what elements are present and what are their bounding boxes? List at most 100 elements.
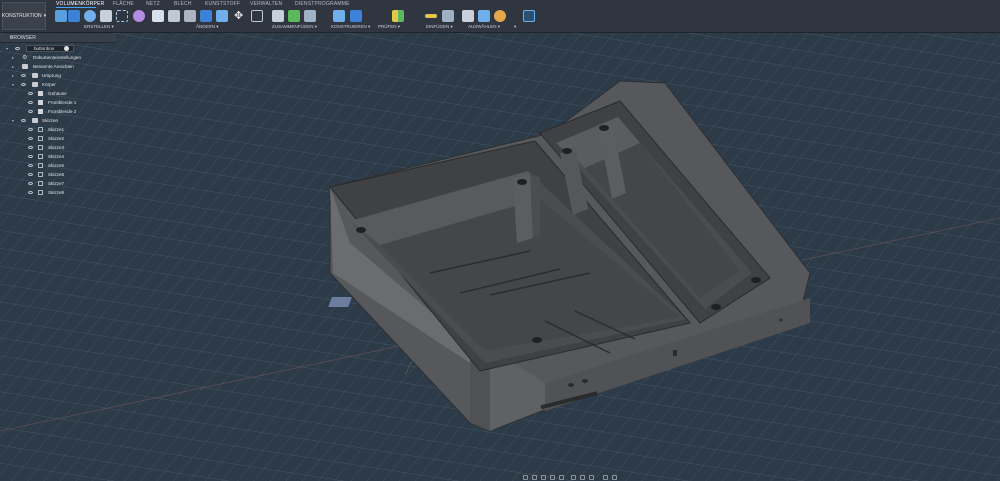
chamfer-icon[interactable] (184, 10, 196, 22)
hole-icon[interactable] (100, 10, 112, 22)
tree-row-document[interactable]: ▾ buttonbox (6, 45, 106, 53)
view-cube-icon[interactable] (603, 475, 608, 480)
extrude-icon[interactable] (68, 10, 80, 22)
environment-icon[interactable] (612, 475, 617, 480)
revolve-icon[interactable] (84, 10, 96, 22)
combine-icon[interactable] (216, 10, 228, 22)
contour-surface-icon[interactable] (350, 10, 362, 22)
joint-origin-icon[interactable] (304, 10, 316, 22)
select-icon[interactable] (523, 10, 535, 22)
tree-row-body[interactable]: Frontblende 1 (28, 99, 118, 107)
eye-icon[interactable] (28, 191, 33, 194)
tree-row-sketch[interactable]: Skizze2 (28, 135, 118, 143)
chevron-down-icon[interactable]: ▾ (12, 118, 14, 123)
viewports-icon[interactable] (589, 475, 594, 480)
tree-row-document-settings[interactable]: ▸ ⚙ Dokumenteinstellungen (12, 54, 112, 62)
tree-row-sketch[interactable]: Skizze1 (28, 126, 118, 134)
eye-icon[interactable] (21, 83, 26, 86)
look-at-icon[interactable] (532, 475, 537, 480)
group-erstellen[interactable]: ERSTELLEN ▾ (84, 24, 114, 30)
fillet-icon[interactable] (168, 10, 180, 22)
chevron-right-icon[interactable]: ▸ (12, 73, 14, 78)
tab-flaeche[interactable]: FLÄCHE (113, 1, 134, 7)
move-icon[interactable]: ✥ (234, 10, 246, 22)
eye-icon[interactable] (28, 164, 33, 167)
group-zusammenfuegen[interactable]: ZUSAMMENFÜGEN ▾ (272, 24, 317, 30)
tab-verwalten[interactable]: VERWALTEN (250, 1, 282, 7)
eye-icon[interactable] (28, 92, 33, 95)
eye-icon[interactable] (28, 146, 33, 149)
tab-dienstprogramme[interactable]: DIENSTPROGRAMME (295, 1, 350, 7)
eye-icon[interactable] (28, 128, 33, 131)
interference-icon[interactable] (442, 10, 454, 22)
new-component-icon[interactable] (55, 10, 67, 22)
as-built-joint-icon[interactable] (288, 10, 300, 22)
3d-viewport[interactable] (0, 33, 1000, 481)
tree-row-sketches[interactable]: ▾ Skizzen (12, 117, 112, 125)
shell-icon[interactable] (200, 10, 212, 22)
group-einfuegen[interactable]: AUSWÄHLEN ▾ (468, 24, 500, 30)
tree-row-sketch[interactable]: Skizze5 (28, 162, 118, 170)
workspace-switcher[interactable]: KONSTRUKTION ▾ (2, 2, 46, 30)
insert-derive-icon[interactable] (462, 10, 474, 22)
insert-canvas-icon[interactable] (478, 10, 490, 22)
chevron-right-icon[interactable]: ▸ (12, 55, 14, 60)
eye-icon[interactable] (15, 47, 20, 50)
pattern-icon[interactable] (116, 10, 128, 22)
body-icon (38, 91, 43, 96)
display-settings-icon[interactable] (571, 475, 576, 480)
group-konstruieren[interactable]: PRÜFEN ▾ (378, 24, 400, 30)
measure-icon[interactable] (425, 14, 437, 18)
tree-row-sketch[interactable]: Skizze4 (28, 153, 118, 161)
align-icon[interactable] (251, 10, 263, 22)
tree-row-sketch[interactable]: Skizze6 (28, 171, 118, 179)
tab-netz[interactable]: NETZ (146, 1, 160, 7)
tab-blech[interactable]: BLECH (174, 1, 192, 7)
browser-header[interactable]: BROWSER − (0, 34, 116, 43)
eye-icon[interactable] (21, 119, 26, 122)
tree-label: Skizze5 (48, 163, 65, 168)
eye-icon[interactable] (28, 182, 33, 185)
tab-kunststoff[interactable]: KUNSTSTOFF (205, 1, 240, 7)
group-pruefen[interactable]: EINFÜGEN ▾ (426, 24, 453, 30)
group-auswaehlen[interactable]: ▾ (514, 24, 516, 30)
insert-mcmaster-icon[interactable] (494, 10, 506, 22)
eye-icon[interactable] (28, 137, 33, 140)
tree-row-body[interactable]: Gehäuse (28, 90, 118, 98)
tree-row-sketch[interactable]: Skizze7 (28, 180, 118, 188)
grid-settings-icon[interactable] (580, 475, 585, 480)
chevron-down-icon[interactable]: ▾ (12, 82, 14, 87)
offset-plane-icon[interactable] (392, 10, 404, 22)
collapse-icon[interactable]: − (10, 35, 112, 41)
tree-row-sketch[interactable]: Skizze8 (28, 189, 118, 197)
tree-row-sketch[interactable]: Skizze3 (28, 144, 118, 152)
chevron-right-icon[interactable]: ▸ (12, 64, 14, 69)
eye-icon[interactable] (28, 110, 33, 113)
tree-row-origin[interactable]: ▸ Ursprung (12, 72, 112, 80)
eye-icon[interactable] (21, 74, 26, 77)
chevron-down-icon: ▾ (43, 13, 47, 19)
pan-icon[interactable] (541, 475, 546, 480)
tree-label: Frontblende 1 (48, 100, 77, 105)
contour-icon[interactable] (333, 10, 345, 22)
fit-icon[interactable] (559, 475, 564, 480)
tree-row-body[interactable]: Frontblende 2 (28, 108, 118, 116)
zoom-icon[interactable] (550, 475, 555, 480)
tree-row-named-views[interactable]: ▸ Benannte Ansichten (12, 63, 112, 71)
gear-icon: ⚙ (22, 55, 28, 61)
eye-icon[interactable] (28, 101, 33, 104)
navigation-bar (523, 474, 623, 481)
group-aendern[interactable]: ÄNDERN ▾ (196, 24, 219, 30)
sketch-icon (38, 172, 43, 177)
chevron-down-icon[interactable]: ▾ (6, 46, 8, 51)
eye-icon[interactable] (28, 173, 33, 176)
orbit-icon[interactable] (523, 475, 528, 480)
radio-icon[interactable] (64, 46, 69, 51)
eye-icon[interactable] (28, 155, 33, 158)
press-pull-icon[interactable] (152, 10, 164, 22)
form-icon[interactable] (133, 10, 145, 22)
joint-icon[interactable] (272, 10, 284, 22)
tree-row-bodies[interactable]: ▾ Körper (12, 81, 112, 89)
group-kontsurieren[interactable]: KONSTRUIEREN ▾ (331, 24, 370, 30)
tree-label: Skizze8 (48, 190, 65, 195)
